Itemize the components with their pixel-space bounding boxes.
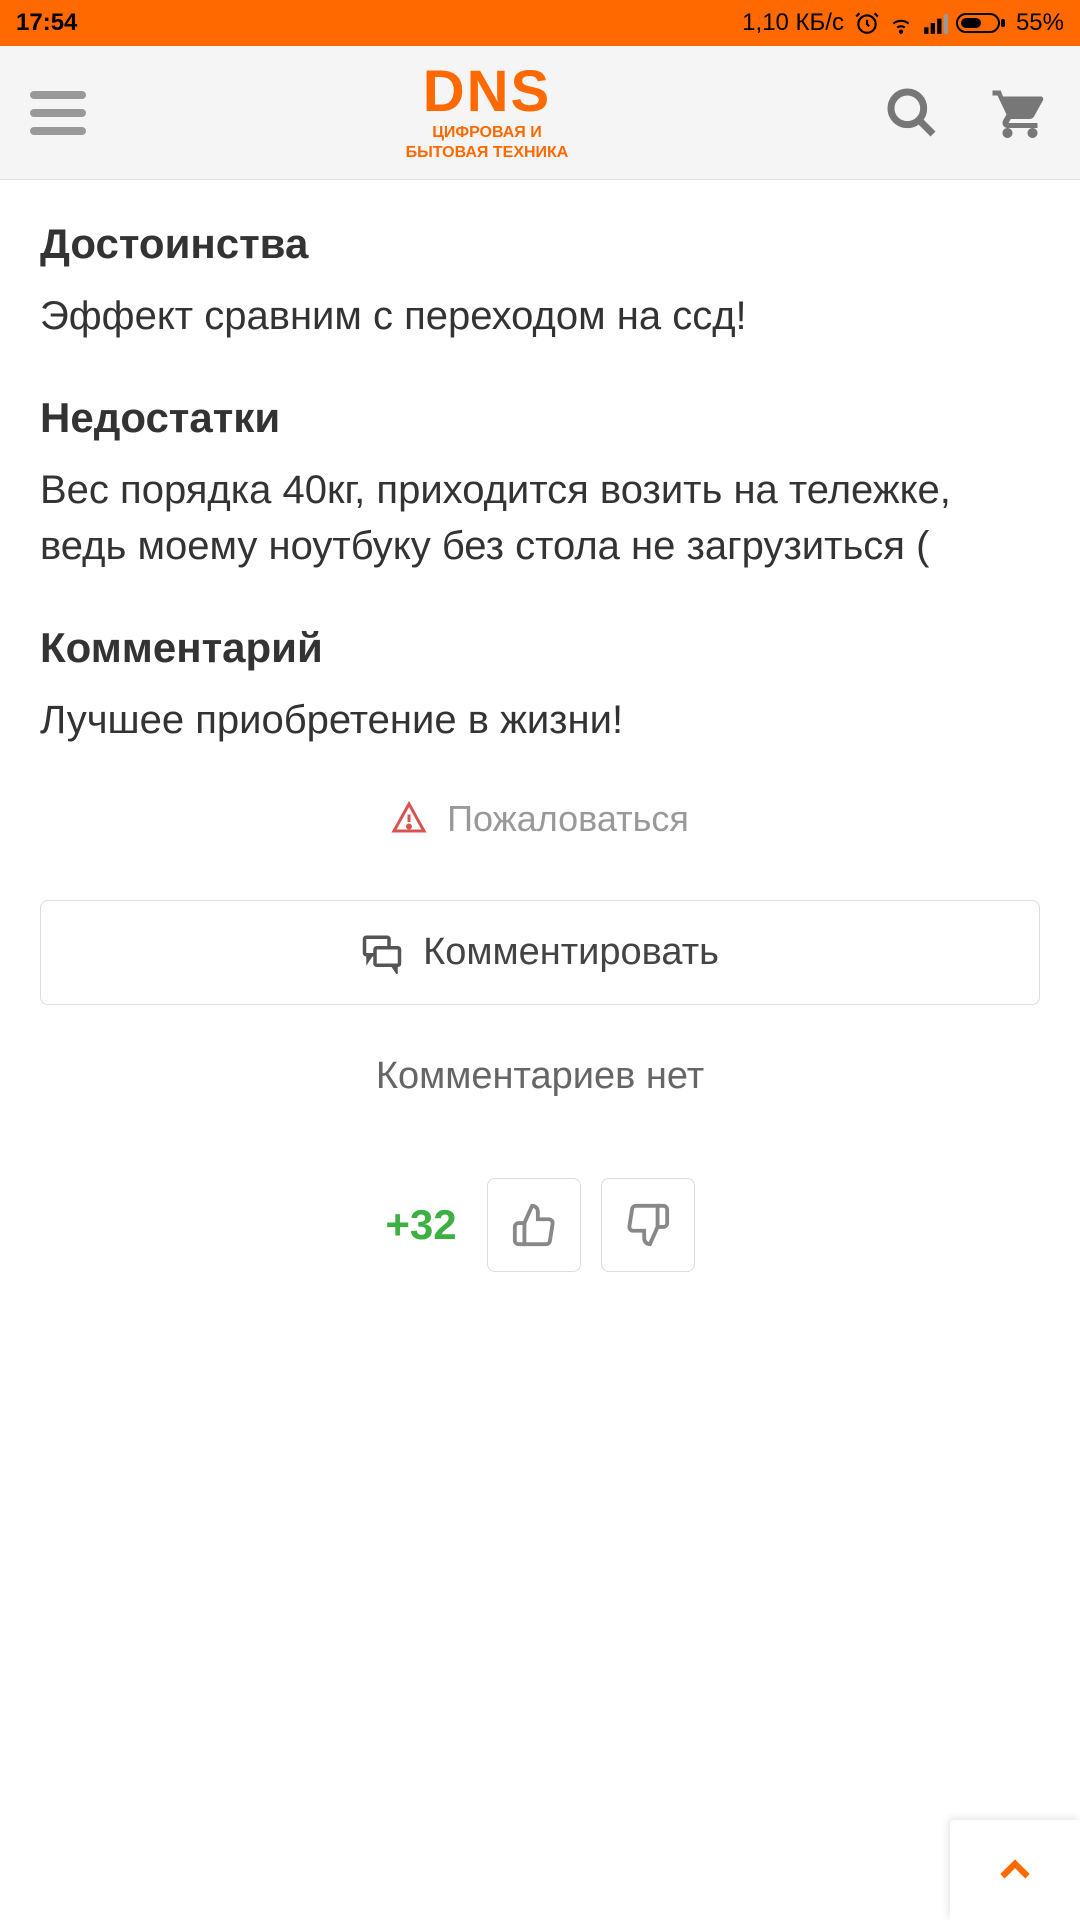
status-battery: 55% bbox=[1016, 9, 1064, 37]
thumbs-down-button[interactable] bbox=[601, 1178, 695, 1272]
report-label: Пожаловаться bbox=[447, 798, 689, 840]
comment-button-label: Комментировать bbox=[423, 931, 719, 974]
cart-icon[interactable] bbox=[990, 83, 1050, 143]
warning-icon bbox=[391, 801, 427, 837]
app-header: DNS ЦИФРОВАЯ И БЫТОВАЯ ТЕХНИКА bbox=[0, 46, 1080, 180]
header-actions bbox=[884, 83, 1050, 143]
chevron-up-icon bbox=[990, 1845, 1040, 1895]
vote-count: +32 bbox=[385, 1201, 456, 1249]
pros-section: Достоинства Эффект сравним с переходом н… bbox=[40, 220, 1040, 344]
thumbs-up-button[interactable] bbox=[487, 1178, 581, 1272]
comment-title: Комментарий bbox=[40, 624, 1040, 672]
menu-button[interactable] bbox=[30, 83, 90, 143]
status-time: 17:54 bbox=[16, 9, 77, 37]
thumbs-down-icon bbox=[625, 1202, 671, 1248]
logo[interactable]: DNS ЦИФРОВАЯ И БЫТОВАЯ ТЕХНИКА bbox=[406, 63, 569, 161]
cons-text: Вес порядка 40кг, приходится возить на т… bbox=[40, 462, 1040, 574]
report-link[interactable]: Пожаловаться bbox=[40, 798, 1040, 840]
status-bar: 17:54 1,10 КБ/с 55% bbox=[0, 0, 1080, 46]
comment-section: Комментарий Лучшее приобретение в жизни! bbox=[40, 624, 1040, 748]
no-comments-text: Комментариев нет bbox=[40, 1055, 1040, 1098]
wifi-icon bbox=[888, 10, 914, 36]
comment-icon bbox=[361, 932, 403, 974]
cons-title: Недостатки bbox=[40, 394, 1040, 442]
comment-button[interactable]: Комментировать bbox=[40, 900, 1040, 1005]
review-content: Достоинства Эффект сравним с переходом н… bbox=[0, 180, 1080, 1920]
battery-icon bbox=[956, 11, 1006, 35]
search-icon[interactable] bbox=[884, 85, 940, 141]
logo-main: DNS bbox=[423, 63, 551, 121]
cons-section: Недостатки Вес порядка 40кг, приходится … bbox=[40, 394, 1040, 574]
pros-text: Эффект сравним с переходом на ссд! bbox=[40, 288, 1040, 344]
alarm-icon bbox=[854, 10, 880, 36]
status-data-rate: 1,10 КБ/с bbox=[742, 9, 844, 37]
pros-title: Достоинства bbox=[40, 220, 1040, 268]
vote-section: +32 bbox=[40, 1178, 1040, 1272]
status-right: 1,10 КБ/с 55% bbox=[742, 9, 1064, 37]
comment-text: Лучшее приобретение в жизни! bbox=[40, 692, 1040, 748]
signal-icon bbox=[922, 10, 948, 36]
scroll-top-button[interactable] bbox=[950, 1820, 1080, 1920]
status-icons bbox=[854, 10, 1006, 36]
logo-subtitle: ЦИФРОВАЯ И БЫТОВАЯ ТЕХНИКА bbox=[406, 123, 569, 161]
hamburger-icon bbox=[30, 91, 86, 99]
thumbs-up-icon bbox=[511, 1202, 557, 1248]
